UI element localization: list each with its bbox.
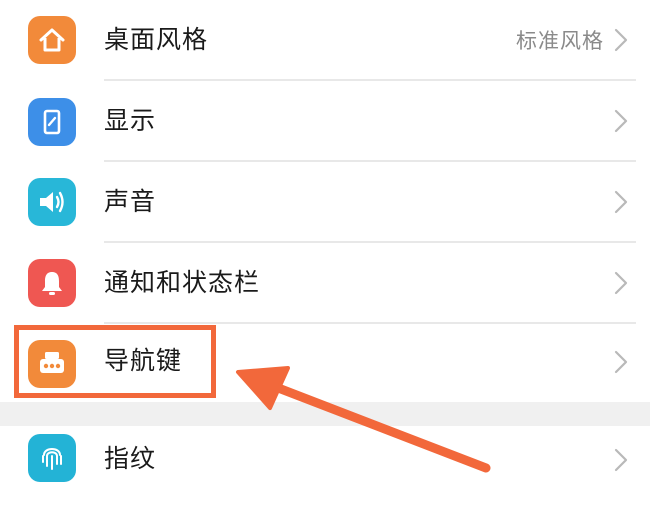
settings-item-notifications[interactable]: 通知和状态栏 <box>0 243 650 323</box>
navigation-key-icon <box>28 340 76 388</box>
settings-item-label: 声音 <box>104 187 157 216</box>
settings-item-label: 指纹 <box>104 444 157 473</box>
home-icon <box>28 16 76 64</box>
settings-item-desktop-style[interactable]: 桌面风格 标准风格 <box>0 0 650 80</box>
bell-icon <box>28 259 76 307</box>
fingerprint-icon <box>28 434 76 482</box>
settings-item-value: 标准风格 <box>516 29 604 53</box>
settings-item-sound[interactable]: 声音 <box>0 162 650 242</box>
chevron-right-icon <box>614 350 628 374</box>
settings-item-display[interactable]: 显示 <box>0 81 650 161</box>
chevron-right-icon <box>614 271 628 295</box>
settings-item-label: 显示 <box>104 106 157 135</box>
chevron-right-icon <box>614 28 628 52</box>
settings-item-label: 桌面风格 <box>104 25 209 54</box>
settings-item-navigation-keys[interactable]: 导航键 <box>0 324 650 404</box>
display-phone-icon <box>28 98 76 146</box>
chevron-right-icon <box>614 448 628 472</box>
settings-item-label: 导航键 <box>104 346 183 375</box>
speaker-icon <box>28 178 76 226</box>
group-separator <box>0 402 650 426</box>
settings-item-label: 通知和状态栏 <box>104 268 261 297</box>
chevron-right-icon <box>614 190 628 214</box>
settings-item-fingerprint[interactable]: 指纹 <box>0 426 650 506</box>
chevron-right-icon <box>614 109 628 133</box>
